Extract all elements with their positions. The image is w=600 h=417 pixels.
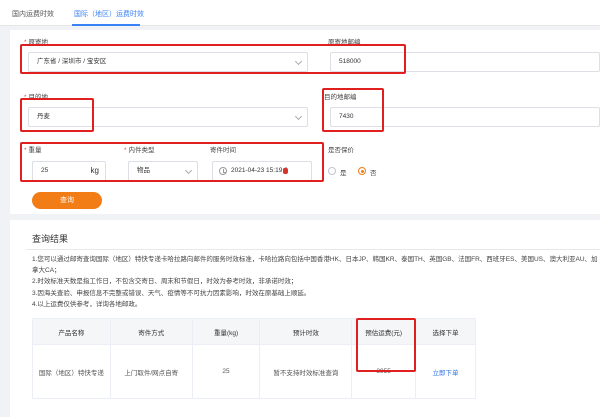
col-header-order: 选择下单 bbox=[415, 318, 476, 345]
col-header-est-time: 预计时效 bbox=[259, 318, 353, 345]
insured-no-label: 否 bbox=[370, 170, 377, 177]
result-notes: 1.您可以通过邮寄查询国际（地区）特快专递卡哈拉路向邮件的服务时效标准，卡哈拉路… bbox=[32, 254, 600, 310]
cell-est-time: 暂不支持时效标准查询 bbox=[259, 344, 353, 399]
cell-send-method: 上门取件/网点自寄 bbox=[109, 344, 193, 399]
annotation-box-fee bbox=[356, 318, 416, 372]
col-header-product: 产品名称 bbox=[32, 318, 111, 345]
divider bbox=[26, 249, 600, 250]
order-now-link[interactable]: 立即下单 bbox=[415, 344, 476, 399]
annotation-box-origin bbox=[20, 44, 406, 74]
insured-yes-label: 是 bbox=[340, 170, 347, 177]
annotation-box-weight-time bbox=[20, 142, 324, 182]
query-button[interactable]: 查询 bbox=[32, 192, 102, 209]
note-line: 2.时效标准天数是指工作日，不包含交寄日、周末和节假日，时效为参考时效，非承诺时… bbox=[32, 278, 298, 286]
note-line: 3.因海关查验、申报信息不完整或错误、天气、疫情等不可抗力因素影响，时效在原基础… bbox=[32, 289, 311, 297]
result-panel: 查询结果 1.您可以通过邮寄查询国际（地区）特快专递卡哈拉路向邮件的服务时效标准… bbox=[10, 220, 600, 417]
insured-yes-radio[interactable] bbox=[328, 167, 336, 175]
tab-domestic[interactable]: 国内运费时效 bbox=[12, 9, 54, 19]
note-line: 4.以上运费仅供参考，详询各地邮政。 bbox=[32, 300, 142, 308]
note-line: 拿大CA； bbox=[32, 267, 61, 275]
active-tab-indicator bbox=[72, 24, 140, 26]
annotation-box-destination-postcode bbox=[322, 88, 384, 132]
col-header-send-method: 寄件方式 bbox=[109, 318, 193, 345]
tab-international[interactable]: 国际（地区）运费时效 bbox=[74, 9, 144, 19]
query-form: * 原寄地 广东省 / 深圳市 / 宝安区 原寄地邮编 518000 * 目的地 丹… bbox=[10, 30, 600, 214]
insured-no-radio[interactable] bbox=[358, 167, 366, 175]
note-line: 1.您可以通过邮寄查询国际（地区）特快专递卡哈拉路向邮件的服务时效标准，卡哈拉路… bbox=[32, 256, 598, 263]
chevron-down-icon bbox=[294, 112, 303, 121]
insured-label: 是否保价 bbox=[328, 147, 354, 154]
result-title: 查询结果 bbox=[32, 234, 69, 244]
cell-product: 国际（地区）特快专递 bbox=[32, 344, 111, 399]
annotation-box-destination bbox=[20, 98, 94, 132]
col-header-weight: 重量(kg) bbox=[191, 318, 261, 345]
cell-weight: 25 bbox=[191, 344, 261, 399]
tab-bar: 国内运费时效 国际（地区）运费时效 bbox=[0, 0, 600, 26]
